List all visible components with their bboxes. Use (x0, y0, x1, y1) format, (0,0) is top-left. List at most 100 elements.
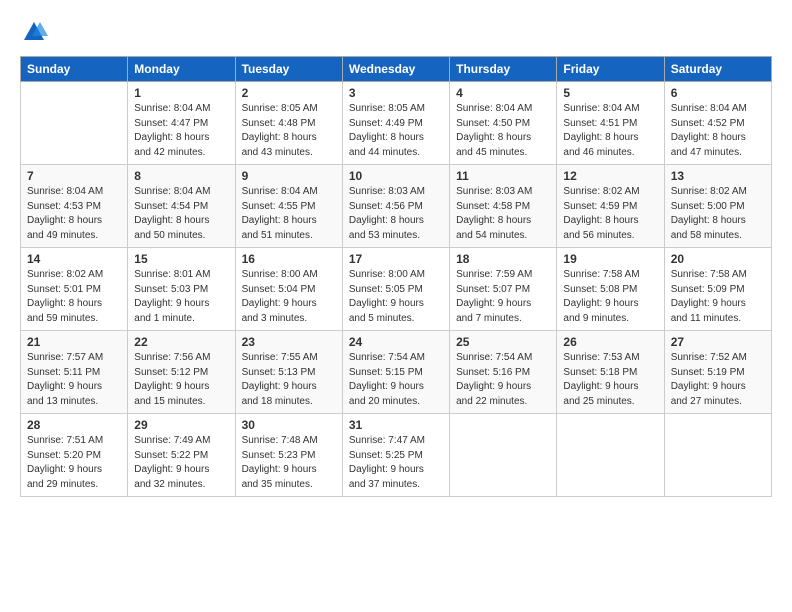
day-cell: 28 Sunrise: 7:51 AM Sunset: 5:20 PM Dayli… (21, 414, 128, 497)
week-row-3: 14 Sunrise: 8:02 AM Sunset: 5:01 PM Dayli… (21, 248, 772, 331)
day-info: Sunrise: 7:51 AM Sunset: 5:20 PM Dayligh… (27, 434, 121, 492)
day-cell: 22 Sunrise: 7:56 AM Sunset: 5:12 PM Dayli… (128, 331, 235, 414)
day-info: Sunrise: 8:04 AM Sunset: 4:50 PM Dayligh… (456, 102, 550, 160)
day-number: 14 (27, 252, 121, 266)
day-info: Sunrise: 8:03 AM Sunset: 4:56 PM Dayligh… (349, 185, 443, 243)
day-info: Sunrise: 7:58 AM Sunset: 5:08 PM Dayligh… (563, 268, 657, 326)
day-number: 23 (242, 335, 336, 349)
day-info: Sunrise: 7:57 AM Sunset: 5:11 PM Dayligh… (27, 351, 121, 409)
day-info: Sunrise: 8:02 AM Sunset: 4:59 PM Dayligh… (563, 185, 657, 243)
week-row-4: 21 Sunrise: 7:57 AM Sunset: 5:11 PM Dayli… (21, 331, 772, 414)
logo-icon (20, 18, 48, 46)
day-info: Sunrise: 7:54 AM Sunset: 5:16 PM Dayligh… (456, 351, 550, 409)
day-number: 8 (134, 169, 228, 183)
day-info: Sunrise: 7:54 AM Sunset: 5:15 PM Dayligh… (349, 351, 443, 409)
week-row-1: 1 Sunrise: 8:04 AM Sunset: 4:47 PM Daylig… (21, 82, 772, 165)
col-header-monday: Monday (128, 57, 235, 82)
week-row-2: 7Sunrise: 8:04 AM Sunset: 4:53 PM Daylig… (21, 165, 772, 248)
day-number: 2 (242, 86, 336, 100)
day-cell: 19 Sunrise: 7:58 AM Sunset: 5:08 PM Dayli… (557, 248, 664, 331)
day-number: 11 (456, 169, 550, 183)
day-cell: 13Sunrise: 8:02 AM Sunset: 5:00 PM Dayli… (664, 165, 771, 248)
day-cell (450, 414, 557, 497)
day-info: Sunrise: 8:04 AM Sunset: 4:52 PM Dayligh… (671, 102, 765, 160)
day-cell: 29 Sunrise: 7:49 AM Sunset: 5:22 PM Dayli… (128, 414, 235, 497)
day-number: 21 (27, 335, 121, 349)
col-header-saturday: Saturday (664, 57, 771, 82)
day-info: Sunrise: 7:49 AM Sunset: 5:22 PM Dayligh… (134, 434, 228, 492)
day-info: Sunrise: 7:59 AM Sunset: 5:07 PM Dayligh… (456, 268, 550, 326)
day-cell: 24 Sunrise: 7:54 AM Sunset: 5:15 PM Dayli… (342, 331, 449, 414)
day-cell: 15 Sunrise: 8:01 AM Sunset: 5:03 PM Dayli… (128, 248, 235, 331)
day-number: 24 (349, 335, 443, 349)
day-number: 17 (349, 252, 443, 266)
day-info: Sunrise: 8:04 AM Sunset: 4:51 PM Dayligh… (563, 102, 657, 160)
day-number: 9 (242, 169, 336, 183)
day-number: 16 (242, 252, 336, 266)
day-info: Sunrise: 8:00 AM Sunset: 5:04 PM Dayligh… (242, 268, 336, 326)
logo (20, 18, 52, 46)
day-number: 12 (563, 169, 657, 183)
day-cell (664, 414, 771, 497)
day-cell: 11Sunrise: 8:03 AM Sunset: 4:58 PM Dayli… (450, 165, 557, 248)
day-cell: 31 Sunrise: 7:47 AM Sunset: 5:25 PM Dayli… (342, 414, 449, 497)
day-number: 5 (563, 86, 657, 100)
day-number: 30 (242, 418, 336, 432)
col-header-tuesday: Tuesday (235, 57, 342, 82)
day-cell: 20 Sunrise: 7:58 AM Sunset: 5:09 PM Dayli… (664, 248, 771, 331)
day-cell: 23 Sunrise: 7:55 AM Sunset: 5:13 PM Dayli… (235, 331, 342, 414)
day-info: Sunrise: 8:00 AM Sunset: 5:05 PM Dayligh… (349, 268, 443, 326)
day-cell: 1 Sunrise: 8:04 AM Sunset: 4:47 PM Daylig… (128, 82, 235, 165)
day-cell: 26Sunrise: 7:53 AM Sunset: 5:18 PM Dayli… (557, 331, 664, 414)
day-cell (557, 414, 664, 497)
day-number: 13 (671, 169, 765, 183)
day-info: Sunrise: 8:04 AM Sunset: 4:55 PM Dayligh… (242, 185, 336, 243)
day-cell: 14 Sunrise: 8:02 AM Sunset: 5:01 PM Dayli… (21, 248, 128, 331)
day-number: 27 (671, 335, 765, 349)
day-cell: 4 Sunrise: 8:04 AM Sunset: 4:50 PM Daylig… (450, 82, 557, 165)
header (20, 18, 772, 46)
day-number: 15 (134, 252, 228, 266)
day-number: 18 (456, 252, 550, 266)
day-cell: 21 Sunrise: 7:57 AM Sunset: 5:11 PM Dayli… (21, 331, 128, 414)
day-cell: 2Sunrise: 8:05 AM Sunset: 4:48 PM Daylig… (235, 82, 342, 165)
day-info: Sunrise: 8:01 AM Sunset: 5:03 PM Dayligh… (134, 268, 228, 326)
calendar-table: SundayMondayTuesdayWednesdayThursdayFrid… (20, 56, 772, 497)
day-number: 4 (456, 86, 550, 100)
day-number: 19 (563, 252, 657, 266)
day-cell: 25 Sunrise: 7:54 AM Sunset: 5:16 PM Dayli… (450, 331, 557, 414)
day-cell: 5 Sunrise: 8:04 AM Sunset: 4:51 PM Daylig… (557, 82, 664, 165)
day-cell: 27 Sunrise: 7:52 AM Sunset: 5:19 PM Dayli… (664, 331, 771, 414)
day-info: Sunrise: 7:47 AM Sunset: 5:25 PM Dayligh… (349, 434, 443, 492)
col-header-thursday: Thursday (450, 57, 557, 82)
day-info: Sunrise: 7:52 AM Sunset: 5:19 PM Dayligh… (671, 351, 765, 409)
day-cell: 10 Sunrise: 8:03 AM Sunset: 4:56 PM Dayli… (342, 165, 449, 248)
day-number: 22 (134, 335, 228, 349)
header-row: SundayMondayTuesdayWednesdayThursdayFrid… (21, 57, 772, 82)
day-cell: 6 Sunrise: 8:04 AM Sunset: 4:52 PM Daylig… (664, 82, 771, 165)
day-info: Sunrise: 7:56 AM Sunset: 5:12 PM Dayligh… (134, 351, 228, 409)
day-info: Sunrise: 8:04 AM Sunset: 4:47 PM Dayligh… (134, 102, 228, 160)
day-cell: 12 Sunrise: 8:02 AM Sunset: 4:59 PM Dayli… (557, 165, 664, 248)
day-cell (21, 82, 128, 165)
week-row-5: 28 Sunrise: 7:51 AM Sunset: 5:20 PM Dayli… (21, 414, 772, 497)
day-info: Sunrise: 7:48 AM Sunset: 5:23 PM Dayligh… (242, 434, 336, 492)
day-number: 31 (349, 418, 443, 432)
day-number: 25 (456, 335, 550, 349)
day-cell: 16 Sunrise: 8:00 AM Sunset: 5:04 PM Dayli… (235, 248, 342, 331)
day-number: 7 (27, 169, 121, 183)
day-number: 26 (563, 335, 657, 349)
day-info: Sunrise: 7:58 AM Sunset: 5:09 PM Dayligh… (671, 268, 765, 326)
day-cell: 9 Sunrise: 8:04 AM Sunset: 4:55 PM Daylig… (235, 165, 342, 248)
day-number: 20 (671, 252, 765, 266)
day-number: 28 (27, 418, 121, 432)
day-number: 29 (134, 418, 228, 432)
day-cell: 3Sunrise: 8:05 AM Sunset: 4:49 PM Daylig… (342, 82, 449, 165)
col-header-wednesday: Wednesday (342, 57, 449, 82)
day-number: 10 (349, 169, 443, 183)
day-info: Sunrise: 7:55 AM Sunset: 5:13 PM Dayligh… (242, 351, 336, 409)
day-info: Sunrise: 8:02 AM Sunset: 5:01 PM Dayligh… (27, 268, 121, 326)
day-cell: 8Sunrise: 8:04 AM Sunset: 4:54 PM Daylig… (128, 165, 235, 248)
day-number: 6 (671, 86, 765, 100)
day-number: 1 (134, 86, 228, 100)
